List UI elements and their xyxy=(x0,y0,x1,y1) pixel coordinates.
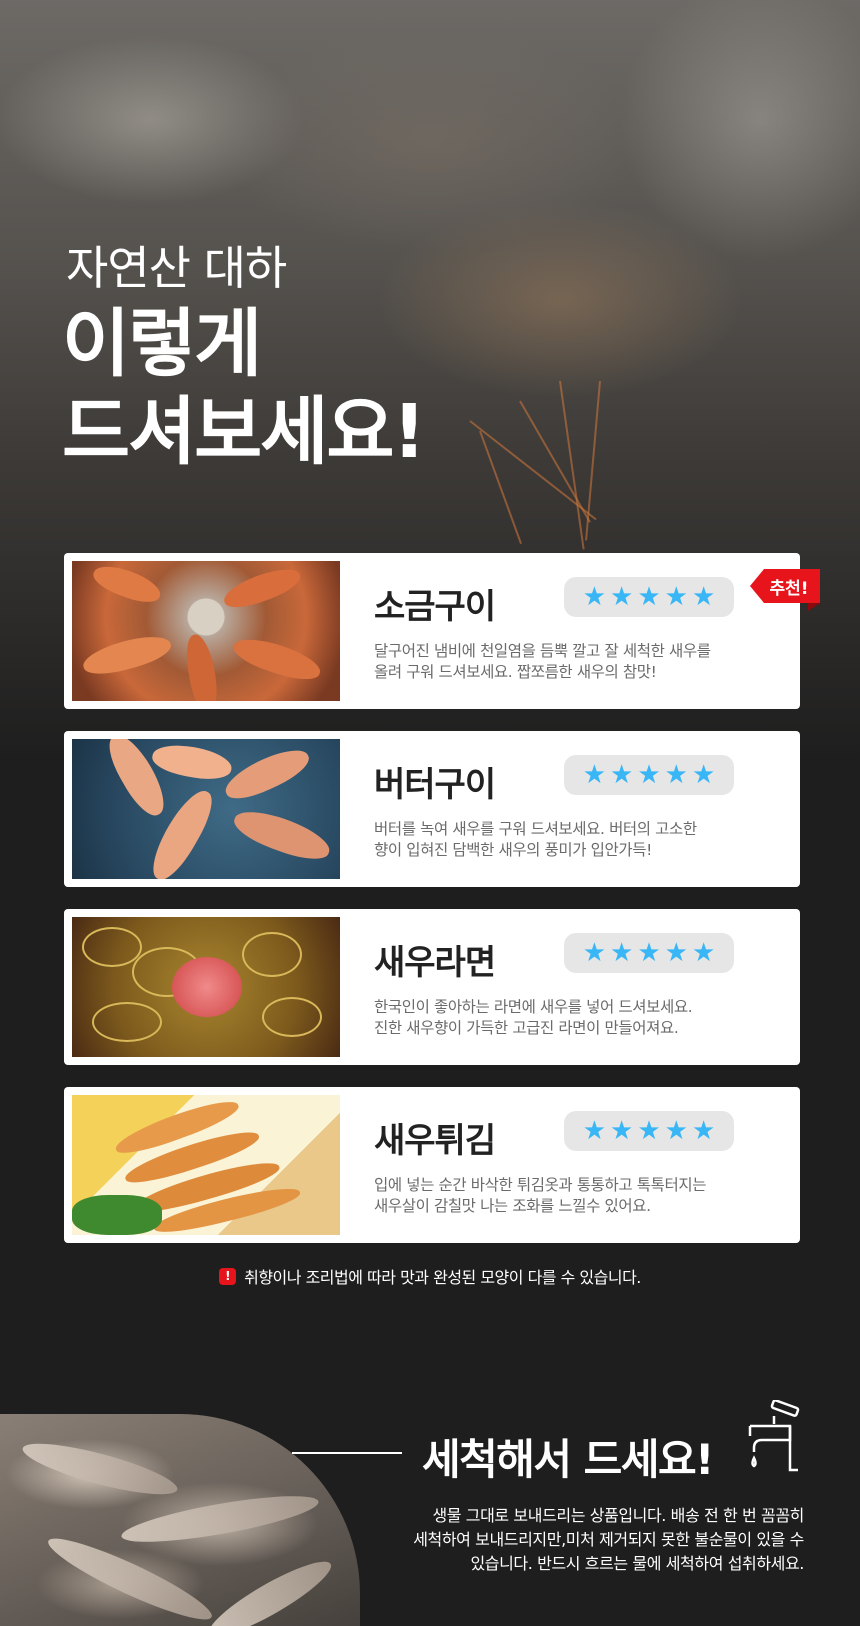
recipe-name: 소금구이 xyxy=(374,587,496,627)
description-line: 새우살이 감칠맛 나는 조화를 느낄수 있어요. xyxy=(374,1197,651,1215)
star-icon: ★ xyxy=(610,938,634,968)
recipe-description: 입에 넣는 순간 바삭한 튀김옷과 통통하고 톡톡터지는 새우살이 감칠맛 나는… xyxy=(374,1175,774,1217)
recipe-description: 달구어진 냄비에 천일염을 듬뿍 깔고 잘 세척한 새우를 올려 구워 드셔보세… xyxy=(374,641,774,683)
fried-shrimp-image xyxy=(72,1095,340,1235)
salt-grilled-shrimp-image xyxy=(72,561,340,701)
description-line: 버터를 녹여 새우를 구워 드셔보세요. 버터의 고소한 xyxy=(374,820,697,838)
star-icon: ★ xyxy=(664,938,688,968)
star-icon: ★ xyxy=(691,938,716,968)
cooking-notice: ! 취향이나 조리법에 따라 맛과 완성된 모양이 다를 수 있습니다. xyxy=(0,1264,860,1288)
recipe-description: 버터를 녹여 새우를 구워 드셔보세요. 버터의 고소한 향이 입혀진 담백한 … xyxy=(374,819,774,861)
description-line: 생물 그대로 보내드리는 상품입니다. 배송 전 한 번 꼼꼼히 xyxy=(432,1506,804,1525)
recipe-card-salt-grilled: 소금구이 ★ ★ ★ ★ ★ 달구어진 냄비에 천일염을 듬뿍 깔고 잘 세척한… xyxy=(64,553,800,709)
rating-stars: ★ ★ ★ ★ ★ xyxy=(564,755,734,795)
rating-stars: ★ ★ ★ ★ ★ xyxy=(564,933,734,973)
star-icon: ★ xyxy=(582,582,607,612)
hero-title-line2: 드셔보세요! xyxy=(62,389,426,475)
star-icon: ★ xyxy=(691,1116,716,1146)
recipe-name: 버터구이 xyxy=(374,765,496,805)
badge-fold xyxy=(808,603,820,611)
recipe-card-shrimp-ramen: 새우라면 ★ ★ ★ ★ ★ 한국인이 좋아하는 라면에 새우를 넣어 드셔보세… xyxy=(64,909,800,1065)
faucet-icon xyxy=(748,1400,800,1472)
star-icon: ★ xyxy=(691,582,716,612)
recommend-badge: 추천! xyxy=(750,569,820,603)
star-icon: ★ xyxy=(691,760,716,790)
star-icon: ★ xyxy=(610,1116,634,1146)
rating-stars: ★ ★ ★ ★ ★ xyxy=(564,577,734,617)
star-icon: ★ xyxy=(582,760,607,790)
star-icon: ★ xyxy=(582,938,607,968)
description-line: 있습니다. 반드시 흐르는 물에 세척하여 섭취하세요. xyxy=(470,1554,804,1573)
description-line: 진한 새우향이 가득한 고급진 라면이 만들어져요. xyxy=(374,1019,679,1037)
star-icon: ★ xyxy=(637,1116,661,1146)
shrimp-ramen-image xyxy=(72,917,340,1057)
rating-stars: ★ ★ ★ ★ ★ xyxy=(564,1111,734,1151)
wash-title: 세척해서 드세요! xyxy=(422,1435,714,1484)
title-divider-line xyxy=(292,1452,402,1454)
description-line: 한국인이 좋아하는 라면에 새우를 넣어 드셔보세요. xyxy=(374,998,693,1016)
description-line: 입에 넣는 순간 바삭한 튀김옷과 통통하고 톡톡터지는 xyxy=(374,1176,707,1194)
star-icon: ★ xyxy=(637,760,661,790)
notice-text: 취향이나 조리법에 따라 맛과 완성된 모양이 다를 수 있습니다. xyxy=(244,1268,641,1287)
recipe-name: 새우라면 xyxy=(374,943,496,983)
description-line: 올려 구워 드셔보세요. 짭쪼름한 새우의 참맛! xyxy=(374,663,657,681)
recipe-name: 새우튀김 xyxy=(374,1121,496,1161)
description-line: 향이 입혀진 담백한 새우의 풍미가 입안가득! xyxy=(374,841,652,859)
star-icon: ★ xyxy=(664,1116,688,1146)
description-line: 달구어진 냄비에 천일염을 듬뿍 깔고 잘 세척한 새우를 xyxy=(374,642,711,660)
star-icon: ★ xyxy=(610,760,634,790)
star-icon: ★ xyxy=(582,1116,607,1146)
star-icon: ★ xyxy=(610,582,634,612)
star-icon: ★ xyxy=(664,582,688,612)
hero-subtitle: 자연산 대하 xyxy=(66,241,287,295)
wash-description: 생물 그대로 보내드리는 상품입니다. 배송 전 한 번 꼼꼼히 세척하여 보내… xyxy=(360,1504,804,1576)
butter-grilled-shrimp-image xyxy=(72,739,340,879)
hero-title: 이렇게 드셔보세요! xyxy=(62,300,426,476)
description-line: 세척하여 보내드리지만,미처 제거되지 못한 불순물이 있을 수 xyxy=(413,1530,804,1549)
hero-title-line1: 이렇게 xyxy=(62,301,262,387)
star-icon: ★ xyxy=(637,938,661,968)
recipe-card-butter-grilled: 버터구이 ★ ★ ★ ★ ★ 버터를 녹여 새우를 구워 드셔보세요. 버터의 … xyxy=(64,731,800,887)
star-icon: ★ xyxy=(637,582,661,612)
exclamation-icon: ! xyxy=(219,1267,237,1285)
recipe-description: 한국인이 좋아하는 라면에 새우를 넣어 드셔보세요. 진한 새우향이 가득한 … xyxy=(374,997,774,1039)
star-icon: ★ xyxy=(664,760,688,790)
raw-shrimp-photo xyxy=(0,1414,360,1626)
recipe-card-fried-shrimp: 새우튀김 ★ ★ ★ ★ ★ 입에 넣는 순간 바삭한 튀김옷과 통통하고 톡톡… xyxy=(64,1087,800,1243)
